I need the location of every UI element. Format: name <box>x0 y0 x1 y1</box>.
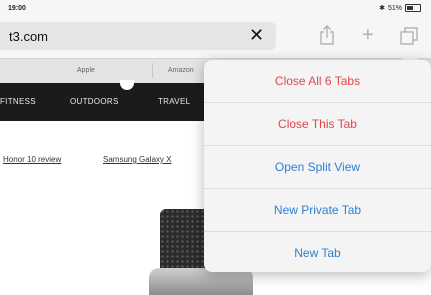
address-bar[interactable]: t3.com ✕ <box>0 22 276 50</box>
nav-item-outdoors[interactable]: OUTDOORS <box>70 97 119 106</box>
article-link[interactable]: Samsung Galaxy X <box>103 155 171 164</box>
new-tab-item[interactable]: New Tab <box>204 232 431 274</box>
new-private-tab-item[interactable]: New Private Tab <box>204 189 431 232</box>
battery-percent: 51% <box>387 4 402 12</box>
share-icon[interactable] <box>320 25 334 50</box>
favorite-apple[interactable]: Apple <box>77 67 95 74</box>
clear-url-icon[interactable]: ✕ <box>249 25 264 46</box>
status-bar: 19:00 ✱ 51% <box>0 0 431 16</box>
tab-menu: Close All 6 Tabs Close This Tab Open Spl… <box>204 60 431 272</box>
bluetooth-icon: ✱ <box>379 5 385 12</box>
browser-toolbar: t3.com ✕ + <box>0 16 431 58</box>
status-indicators: ✱ 51% <box>379 4 421 12</box>
divider <box>152 63 153 78</box>
tabs-icon[interactable] <box>400 27 418 50</box>
open-split-view-item[interactable]: Open Split View <box>204 146 431 189</box>
close-this-tab-item[interactable]: Close This Tab <box>204 103 431 146</box>
battery-icon <box>405 4 421 12</box>
site-logo <box>120 80 134 90</box>
status-time: 19:00 <box>8 5 26 12</box>
battery-level <box>407 6 414 10</box>
url-text[interactable]: t3.com <box>9 29 48 44</box>
nav-item-travel[interactable]: TRAVEL <box>158 97 190 106</box>
nav-item-fitness[interactable]: FITNESS <box>0 97 36 106</box>
favorite-amazon[interactable]: Amazon <box>168 67 194 74</box>
close-all-tabs-item[interactable]: Close All 6 Tabs <box>204 60 431 103</box>
plus-icon[interactable]: + <box>362 24 374 47</box>
article-link[interactable]: Honor 10 review <box>3 155 61 164</box>
